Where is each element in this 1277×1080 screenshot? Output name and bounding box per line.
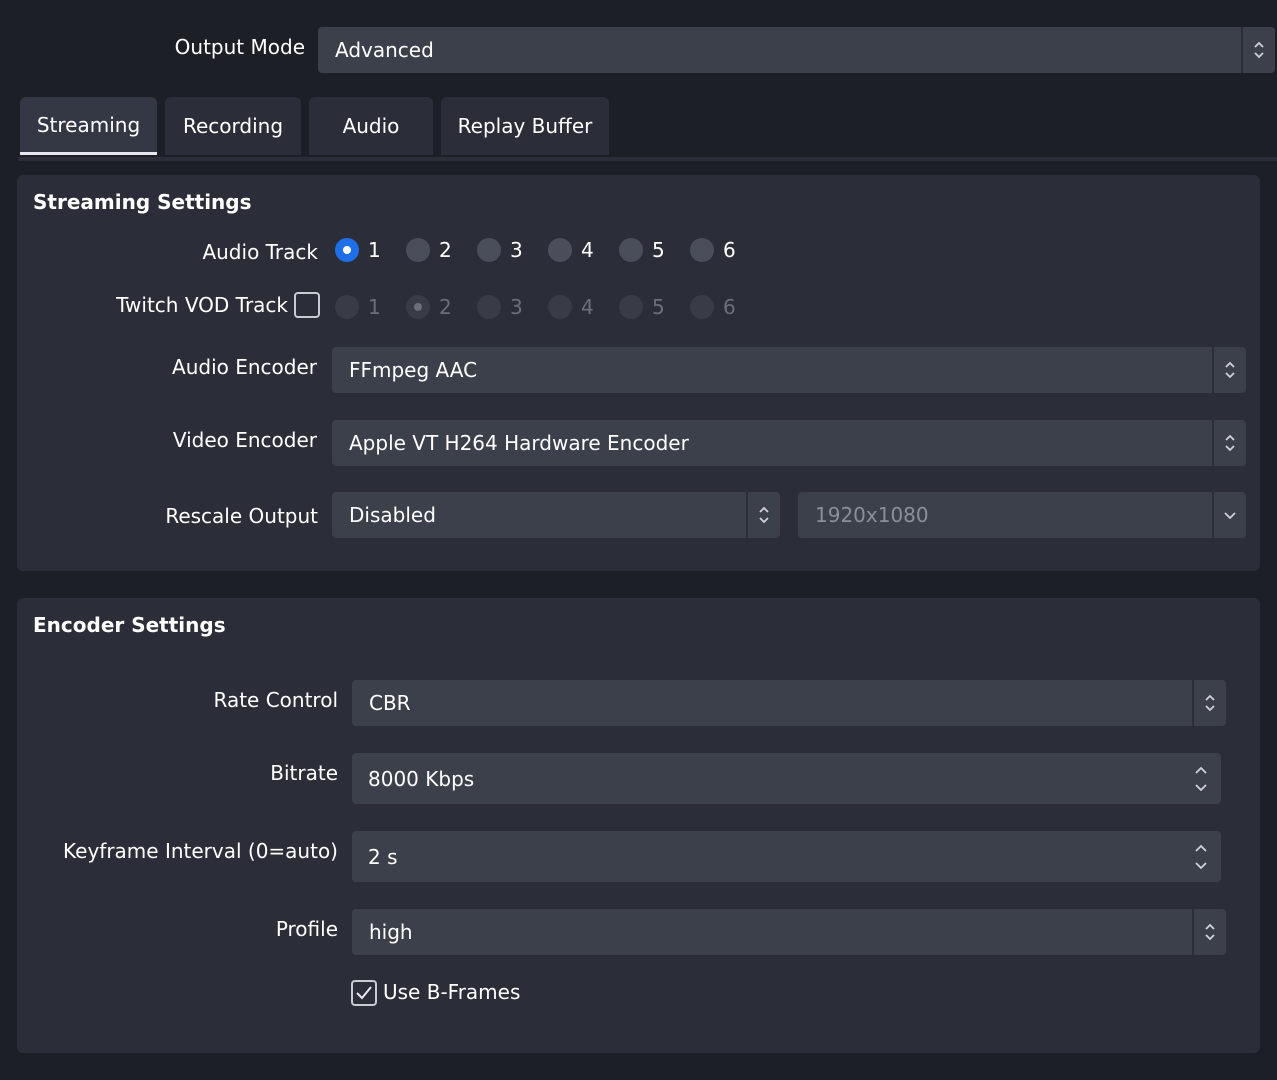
use-bframes-label: Use B-Frames bbox=[383, 980, 521, 1004]
radio-button bbox=[619, 295, 643, 319]
video-encoder-value: Apple VT H264 Hardware Encoder bbox=[349, 431, 689, 455]
rescale-output-label: Rescale Output bbox=[165, 504, 318, 528]
radio-label: 5 bbox=[652, 238, 665, 262]
bitrate-value: 8000 Kbps bbox=[368, 766, 475, 791]
rescale-resolution-value: 1920x1080 bbox=[815, 503, 929, 527]
tab-bar-divider bbox=[18, 157, 1277, 161]
tab-replay-buffer[interactable]: Replay Buffer bbox=[441, 97, 609, 155]
twitch-vod-radio-2[interactable]: 2 bbox=[406, 295, 452, 319]
chevron-up-icon[interactable] bbox=[1194, 766, 1208, 775]
updown-chevron-icon bbox=[1192, 680, 1226, 726]
twitch-vod-radio-1[interactable]: 1 bbox=[335, 295, 381, 319]
radio-button bbox=[335, 238, 359, 262]
radio-button bbox=[548, 295, 572, 319]
rate-control-select[interactable]: CBR bbox=[352, 680, 1226, 726]
twitch-vod-radio-4[interactable]: 4 bbox=[548, 295, 594, 319]
radio-label: 2 bbox=[439, 295, 452, 319]
audio-encoder-select[interactable]: FFmpeg AAC bbox=[332, 347, 1246, 393]
tab-audio[interactable]: Audio bbox=[309, 97, 433, 155]
radio-button bbox=[406, 295, 430, 319]
radio-button bbox=[406, 238, 430, 262]
encoder-settings-title: Encoder Settings bbox=[33, 613, 226, 637]
checkmark-icon bbox=[356, 986, 372, 1000]
radio-button bbox=[548, 238, 572, 262]
twitch-vod-radio-3[interactable]: 3 bbox=[477, 295, 523, 319]
updown-chevron-icon bbox=[746, 492, 780, 538]
audio-track-radio-5[interactable]: 5 bbox=[619, 238, 665, 262]
profile-select[interactable]: high bbox=[352, 909, 1226, 955]
tab-label: Audio bbox=[342, 114, 400, 138]
profile-label: Profile bbox=[275, 917, 338, 941]
twitch-vod-label: Twitch VOD Track bbox=[116, 293, 288, 317]
video-encoder-label: Video Encoder bbox=[172, 428, 317, 452]
keyframe-interval-label: Keyframe Interval (0=auto) bbox=[63, 839, 338, 863]
output-mode-select[interactable]: Advanced bbox=[318, 27, 1275, 73]
radio-button bbox=[690, 238, 714, 262]
updown-chevron-icon bbox=[1241, 27, 1275, 73]
twitch-vod-radio-5[interactable]: 5 bbox=[619, 295, 665, 319]
radio-button bbox=[477, 238, 501, 262]
radio-label: 2 bbox=[439, 238, 452, 262]
radio-label: 1 bbox=[368, 295, 381, 319]
rate-control-value: CBR bbox=[369, 691, 411, 715]
radio-label: 5 bbox=[652, 295, 665, 319]
radio-label: 3 bbox=[510, 238, 523, 262]
bitrate-label: Bitrate bbox=[270, 761, 338, 785]
bitrate-spinbox[interactable]: 8000 Kbps bbox=[352, 753, 1221, 804]
twitch-vod-checkbox[interactable] bbox=[294, 292, 320, 318]
radio-label: 6 bbox=[723, 295, 736, 319]
tab-streaming[interactable]: Streaming bbox=[20, 97, 157, 155]
video-encoder-select[interactable]: Apple VT H264 Hardware Encoder bbox=[332, 420, 1246, 466]
radio-button bbox=[619, 238, 643, 262]
audio-track-label: Audio Track bbox=[202, 240, 318, 264]
radio-button bbox=[690, 295, 714, 319]
profile-value: high bbox=[369, 920, 413, 944]
radio-label: 4 bbox=[581, 238, 594, 262]
spin-arrows[interactable] bbox=[1181, 831, 1221, 882]
use-bframes-checkbox[interactable] bbox=[351, 980, 377, 1006]
radio-button bbox=[335, 295, 359, 319]
audio-track-radio-3[interactable]: 3 bbox=[477, 238, 523, 262]
rescale-output-value: Disabled bbox=[349, 503, 436, 527]
updown-chevron-icon bbox=[1192, 909, 1226, 955]
keyframe-interval-value: 2 s bbox=[368, 844, 398, 869]
tab-label: Streaming bbox=[36, 112, 141, 137]
rescale-output-select[interactable]: Disabled bbox=[332, 492, 780, 538]
radio-button bbox=[477, 295, 501, 319]
encoder-settings-group bbox=[17, 598, 1260, 1053]
keyframe-interval-spinbox[interactable]: 2 s bbox=[352, 831, 1221, 882]
audio-track-radio-6[interactable]: 6 bbox=[690, 238, 736, 262]
radio-label: 6 bbox=[723, 238, 736, 262]
radio-label: 4 bbox=[581, 295, 594, 319]
audio-encoder-label: Audio Encoder bbox=[172, 355, 317, 379]
tab-recording[interactable]: Recording bbox=[165, 97, 301, 155]
radio-label: 3 bbox=[510, 295, 523, 319]
updown-chevron-icon bbox=[1212, 420, 1246, 466]
output-mode-label: Output Mode bbox=[174, 35, 305, 59]
rescale-resolution-select: 1920x1080 bbox=[798, 492, 1246, 538]
chevron-up-icon[interactable] bbox=[1194, 844, 1208, 853]
spin-arrows[interactable] bbox=[1181, 753, 1221, 804]
audio-track-radio-1[interactable]: 1 bbox=[335, 238, 381, 262]
audio-track-radio-2[interactable]: 2 bbox=[406, 238, 452, 262]
tab-label: Recording bbox=[182, 114, 284, 138]
chevron-down-icon[interactable] bbox=[1194, 861, 1208, 870]
chevron-down-icon bbox=[1212, 492, 1246, 538]
twitch-vod-radio-6[interactable]: 6 bbox=[690, 295, 736, 319]
audio-encoder-value: FFmpeg AAC bbox=[349, 358, 478, 382]
streaming-settings-title: Streaming Settings bbox=[33, 190, 252, 214]
tab-label: Replay Buffer bbox=[457, 114, 593, 138]
updown-chevron-icon bbox=[1212, 347, 1246, 393]
rate-control-label: Rate Control bbox=[213, 688, 338, 712]
radio-label: 1 bbox=[368, 238, 381, 262]
chevron-down-icon[interactable] bbox=[1194, 783, 1208, 792]
audio-track-radio-4[interactable]: 4 bbox=[548, 238, 594, 262]
output-mode-value: Advanced bbox=[335, 38, 434, 62]
